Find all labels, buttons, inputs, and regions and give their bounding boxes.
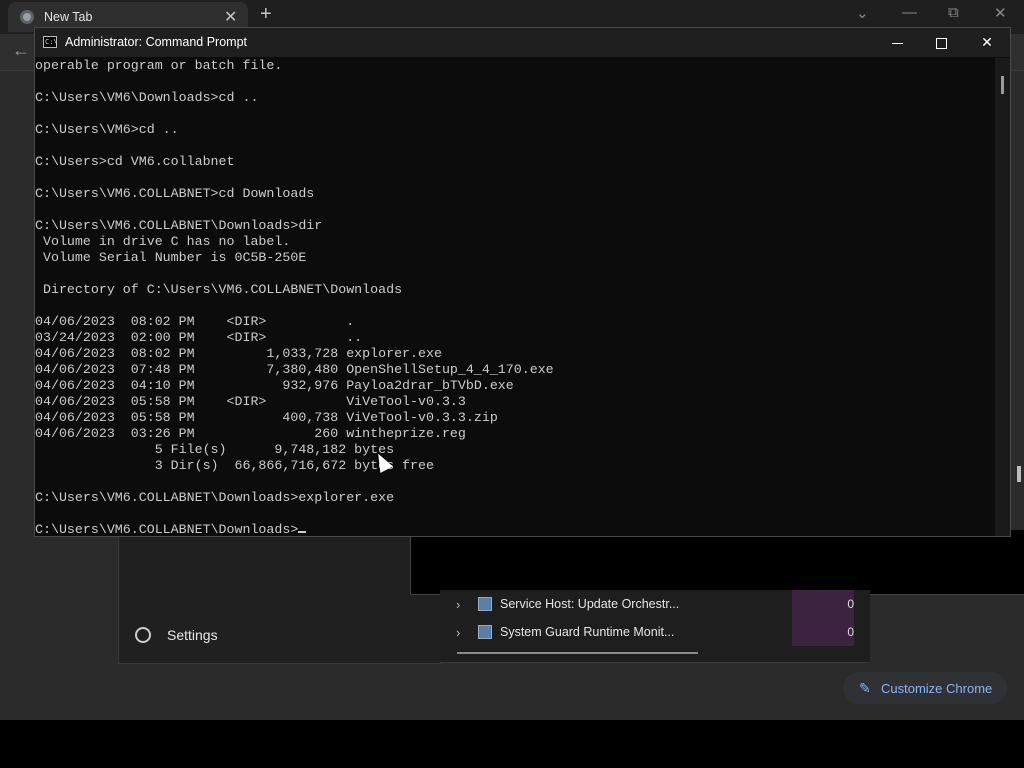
settings-nav-item[interactable]: Settings — [135, 627, 218, 643]
process-name: Service Host: Update Orchestr... — [500, 597, 680, 611]
pencil-icon: ✎ — [859, 679, 871, 696]
text-caret — [298, 531, 307, 533]
back-arrow-icon[interactable]: ← — [12, 40, 30, 61]
chrome-minimize-button[interactable]: — — [902, 4, 917, 21]
tab-close-icon[interactable]: ✕ — [224, 7, 237, 27]
console-line: 5 File(s) 9,748,182 bytes — [35, 442, 395, 457]
process-cpu: 0 — [792, 590, 854, 618]
cmd-scrollbar[interactable] — [995, 58, 1010, 536]
task-manager-sidebar: Settings — [118, 520, 441, 664]
cmd-console-output[interactable]: operable program or batch file. C:\Users\… — [35, 58, 995, 536]
console-line: 04/06/2023 05:58 PM <DIR> ViVeTool-v0.3.… — [35, 394, 466, 409]
cmd-window-title: Administrator: Command Prompt — [65, 35, 248, 49]
console-line: C:\Users\VM6.COLLABNET\Downloads>dir — [35, 218, 323, 233]
console-line: 03/24/2023 02:00 PM <DIR> .. — [35, 330, 363, 345]
maximize-icon — [935, 37, 947, 49]
settings-label: Settings — [167, 627, 218, 643]
desktop: New Tab ✕ + ⌄ — ⧉ ✕ ← Settings › Service… — [0, 0, 1024, 720]
service-host-icon — [478, 597, 492, 611]
task-manager-panel — [410, 530, 1024, 595]
console-line: C:\Users>cd VM6.collabnet — [35, 154, 235, 169]
system-guard-icon — [478, 625, 492, 639]
cmd-scrollbar-thumb[interactable] — [1001, 76, 1004, 94]
cmd-minimize-button[interactable] — [874, 28, 920, 57]
chevron-right-icon[interactable]: › — [456, 597, 470, 612]
customize-chrome-button[interactable]: ✎ Customize Chrome — [843, 672, 1007, 704]
process-row[interactable]: › System Guard Runtime Monit... 0 — [440, 618, 870, 646]
chevron-right-icon[interactable]: › — [456, 625, 470, 640]
chrome-restore-button[interactable]: ⧉ — [948, 4, 959, 21]
process-name: System Guard Runtime Monit... — [500, 625, 675, 639]
cmd-title-bar[interactable]: C:\ Administrator: Command Prompt ✕ — [35, 28, 1010, 57]
console-line: Directory of C:\Users\VM6.COLLABNET\Down… — [35, 282, 403, 297]
console-line: C:\Users\VM6.COLLABNET\Downloads> — [35, 522, 995, 536]
cmd-app-icon: C:\ — [43, 36, 58, 48]
console-line: operable program or batch file. — [35, 58, 283, 73]
chrome-logo-icon — [20, 10, 34, 24]
console-line: C:\Users\VM6.COLLABNET\Downloads>explore… — [35, 490, 395, 505]
console-line: Volume Serial Number is 0C5B-250E — [35, 250, 307, 265]
console-line: C:\Users\VM6.COLLABNET>cd Downloads — [35, 186, 315, 201]
console-line: 04/06/2023 05:58 PM 400,738 ViVeTool-v0.… — [35, 410, 498, 425]
process-row[interactable]: › Service Host: Update Orchestr... 0 — [440, 590, 870, 618]
cmd-maximize-button[interactable] — [918, 28, 964, 57]
console-line: 3 Dir(s) 66,866,716,672 bytes free — [35, 458, 434, 473]
tab-title: New Tab — [44, 10, 93, 24]
new-tab-button[interactable]: + — [260, 3, 272, 26]
console-line: 04/06/2023 03:26 PM 260 wintheprize.reg — [35, 426, 466, 441]
console-line: 04/06/2023 04:10 PM 932,976 Payloa2drar_… — [35, 378, 514, 393]
gear-icon — [135, 627, 151, 643]
process-cpu: 0 — [792, 618, 854, 646]
tab-search-icon[interactable]: ⌄ — [856, 4, 869, 22]
minimize-icon — [891, 42, 903, 44]
chrome-close-button[interactable]: ✕ — [994, 4, 1007, 22]
command-prompt-window[interactable]: C:\ Administrator: Command Prompt ✕ oper… — [34, 27, 1011, 537]
console-line: 04/06/2023 08:02 PM <DIR> . — [35, 314, 355, 329]
cmd-close-button[interactable]: ✕ — [964, 28, 1010, 57]
console-line: 04/06/2023 08:02 PM 1,033,728 explorer.e… — [35, 346, 442, 361]
console-line: C:\Users\VM6\Downloads>cd .. — [35, 90, 259, 105]
console-line: Volume in drive C has no label. — [35, 234, 291, 249]
console-line: 04/06/2023 07:48 PM 7,380,480 OpenShellS… — [35, 362, 554, 377]
process-list: › Service Host: Update Orchestr... 0 › S… — [440, 590, 870, 663]
console-line: C:\Users\VM6>cd .. — [35, 122, 179, 137]
close-icon: ✕ — [981, 34, 993, 50]
chrome-scrollbar-thumb[interactable] — [1017, 466, 1021, 482]
horizontal-scrollbar[interactable] — [457, 652, 698, 654]
customize-chrome-label: Customize Chrome — [881, 680, 993, 696]
